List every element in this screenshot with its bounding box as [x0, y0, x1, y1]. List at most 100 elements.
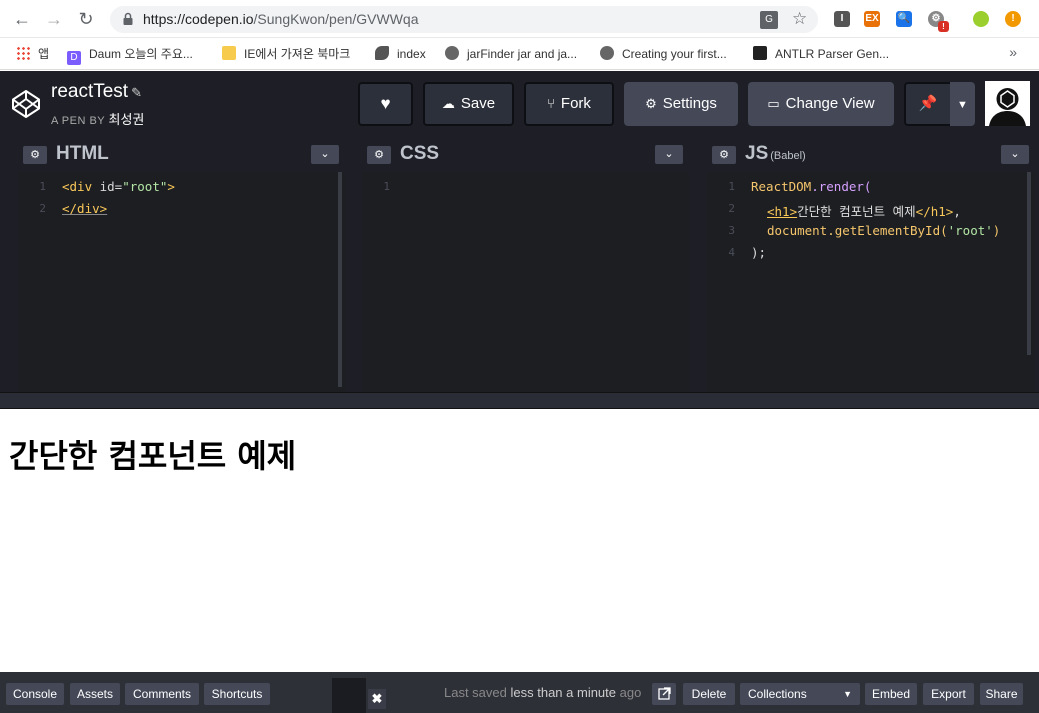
codepen-logo-icon[interactable] — [10, 88, 42, 120]
last-saved-status: Last saved less than a minute ago — [444, 685, 642, 700]
folder-icon — [222, 46, 236, 60]
back-icon[interactable]: ← — [12, 9, 32, 29]
pin-button[interactable]: 📌 — [904, 82, 950, 126]
share-button[interactable]: Share — [980, 683, 1023, 705]
code-line: <h1>간단한 컴포넌트 예제</h1>, — [767, 204, 961, 219]
embed-button[interactable]: Embed — [865, 683, 917, 705]
js-editor-header: ⚙ JS (Babel) ⌄ — [707, 137, 1035, 172]
js-editor-dropdown-icon[interactable]: ⌄ — [1001, 145, 1029, 164]
comments-button[interactable]: Comments — [125, 683, 199, 705]
forward-icon[interactable]: → — [44, 9, 64, 29]
css-editor-dropdown-icon[interactable]: ⌄ — [655, 145, 683, 164]
view-icon: ▭ — [767, 96, 780, 111]
close-icon[interactable]: ✖ — [368, 689, 386, 709]
html-code-editor[interactable]: 1 2 <div id="root"> </div> — [18, 172, 345, 392]
assets-button[interactable]: Assets — [70, 683, 120, 705]
screen: ← → ↻ https://codepen.io/SungKwon/pen/GV… — [0, 0, 1039, 713]
translate-icon[interactable]: G — [760, 11, 778, 29]
code-line: <div id="root"> — [62, 179, 175, 194]
js-editor-panel: ⚙ JS (Babel) ⌄ 1 2 3 4 ReactDOM.render( <… — [707, 137, 1035, 392]
scrollbar[interactable] — [1027, 172, 1031, 355]
daum-icon: D — [67, 51, 81, 65]
love-button[interactable]: ♥ — [358, 82, 413, 126]
save-button[interactable]: ☁ Save — [423, 82, 514, 126]
line-number: 1 — [383, 180, 390, 193]
pen-title[interactable]: reactTest ✎ — [51, 81, 142, 103]
shortcuts-button[interactable]: Shortcuts — [204, 683, 270, 705]
delete-button[interactable]: Delete — [683, 683, 735, 705]
css-settings-gear-icon[interactable]: ⚙ — [367, 146, 391, 164]
settings-button[interactable]: ⚙ Settings — [624, 82, 738, 126]
export-button[interactable]: Export — [923, 683, 974, 705]
line-number: 4 — [728, 246, 735, 259]
js-editor-title: JS (Babel) — [745, 143, 806, 164]
fork-icon: ⑂ — [547, 96, 555, 111]
bookmark-antlr[interactable]: ANTLR Parser Gen... — [753, 44, 889, 64]
line-number: 2 — [39, 202, 46, 215]
editor-area: ⚙ HTML ⌄ 1 2 <div id="root"> </div> ⚙ CS… — [0, 137, 1039, 392]
gear-icon: ⚙ — [645, 96, 657, 111]
result-preview: 간단한 컴포넌트 예제 — [0, 409, 1039, 672]
code-line: document.getElementById('root') — [767, 223, 1001, 238]
address-bar[interactable]: https://codepen.io/SungKwon/pen/GVWWqa G… — [110, 6, 818, 33]
collections-dropdown[interactable]: Collections ▼ — [740, 683, 860, 705]
user-avatar[interactable] — [985, 81, 1030, 126]
line-number: 2 — [728, 202, 735, 215]
preview-resize-gutter[interactable] — [0, 392, 1039, 409]
globe-icon — [445, 46, 459, 60]
reload-icon[interactable]: ↻ — [76, 9, 96, 29]
cloud-icon: ☁ — [441, 96, 455, 111]
change-view-button[interactable]: ▭ Change View — [748, 82, 894, 126]
css-editor-header: ⚙ CSS ⌄ — [362, 137, 689, 172]
edit-pencil-icon[interactable]: ✎ — [131, 85, 142, 100]
chevron-down-icon: ▼ — [843, 689, 852, 699]
apps-icon — [16, 46, 30, 60]
more-bookmarks-icon[interactable]: » — [1009, 44, 1017, 60]
console-tab[interactable] — [332, 678, 366, 713]
extension-icon[interactable]: I — [834, 11, 850, 27]
search-extension-icon[interactable]: 🔍 — [896, 11, 912, 27]
bookmark-daum[interactable]: D Daum 오늘의 주요... — [67, 44, 193, 65]
pen-author-line: A PEN BY 최성권 — [51, 112, 145, 127]
update-warning-icon[interactable]: ! — [1005, 11, 1021, 27]
html-settings-gear-icon[interactable]: ⚙ — [23, 146, 47, 164]
footer-bar: Console Assets Comments Shortcuts ✖ Last… — [0, 672, 1039, 713]
scrollbar[interactable] — [338, 172, 342, 387]
line-number: 3 — [728, 224, 735, 237]
bookmarks-bar: 앱 D Daum 오늘의 주요... IE에서 가져온 북마크 index jar… — [0, 38, 1039, 70]
chevron-down-icon: ▼ — [957, 99, 968, 111]
bookmark-apps[interactable]: 앱 — [16, 44, 49, 64]
extension-icon[interactable]: EX — [864, 11, 880, 27]
html-editor-header: ⚙ HTML ⌄ — [18, 137, 345, 172]
css-code-editor[interactable]: 1 — [362, 172, 689, 392]
html-editor-title: HTML — [56, 143, 109, 164]
html-editor-panel: ⚙ HTML ⌄ 1 2 <div id="root"> </div> — [18, 137, 345, 392]
browser-toolbar: ← → ↻ https://codepen.io/SungKwon/pen/GV… — [0, 0, 1039, 38]
js-settings-gear-icon[interactable]: ⚙ — [712, 146, 736, 164]
profile-avatar-icon[interactable] — [973, 11, 989, 27]
globe-icon — [600, 46, 614, 60]
css-editor-panel: ⚙ CSS ⌄ 1 — [362, 137, 689, 392]
bookmark-ie-folder[interactable]: IE에서 가져온 북마크 — [222, 44, 350, 64]
pin-dropdown-button[interactable]: ▼ — [950, 82, 975, 126]
bookmark-jarfinder[interactable]: jarFinder jar and ja... — [445, 44, 577, 64]
bookmark-star-icon[interactable]: ☆ — [792, 9, 807, 29]
pen-header: reactTest ✎ A PEN BY 최성권 ♥ ☁ Save ⑂ Fork ⚙ S… — [0, 71, 1039, 137]
heart-icon: ♥ — [380, 94, 391, 113]
open-external-icon[interactable] — [652, 683, 676, 705]
bookmark-creating[interactable]: Creating your first... — [600, 44, 727, 64]
line-number: 1 — [39, 180, 46, 193]
bird-icon — [375, 46, 389, 60]
code-line: ); — [751, 245, 767, 260]
js-code-editor[interactable]: 1 2 3 4 ReactDOM.render( <h1>간단한 컴포넌트 예제… — [707, 172, 1035, 392]
preview-heading: 간단한 컴포넌트 예제 — [9, 437, 297, 475]
fork-button[interactable]: ⑂ Fork — [524, 82, 614, 126]
bookmark-index[interactable]: index — [375, 44, 426, 64]
console-button[interactable]: Console — [6, 683, 64, 705]
css-editor-title: CSS — [400, 143, 440, 164]
author-name[interactable]: 최성권 — [109, 112, 145, 127]
alert-badge: ! — [938, 21, 949, 32]
line-number: 1 — [728, 180, 735, 193]
code-line: ReactDOM.render( — [751, 179, 872, 194]
html-editor-dropdown-icon[interactable]: ⌄ — [311, 145, 339, 164]
